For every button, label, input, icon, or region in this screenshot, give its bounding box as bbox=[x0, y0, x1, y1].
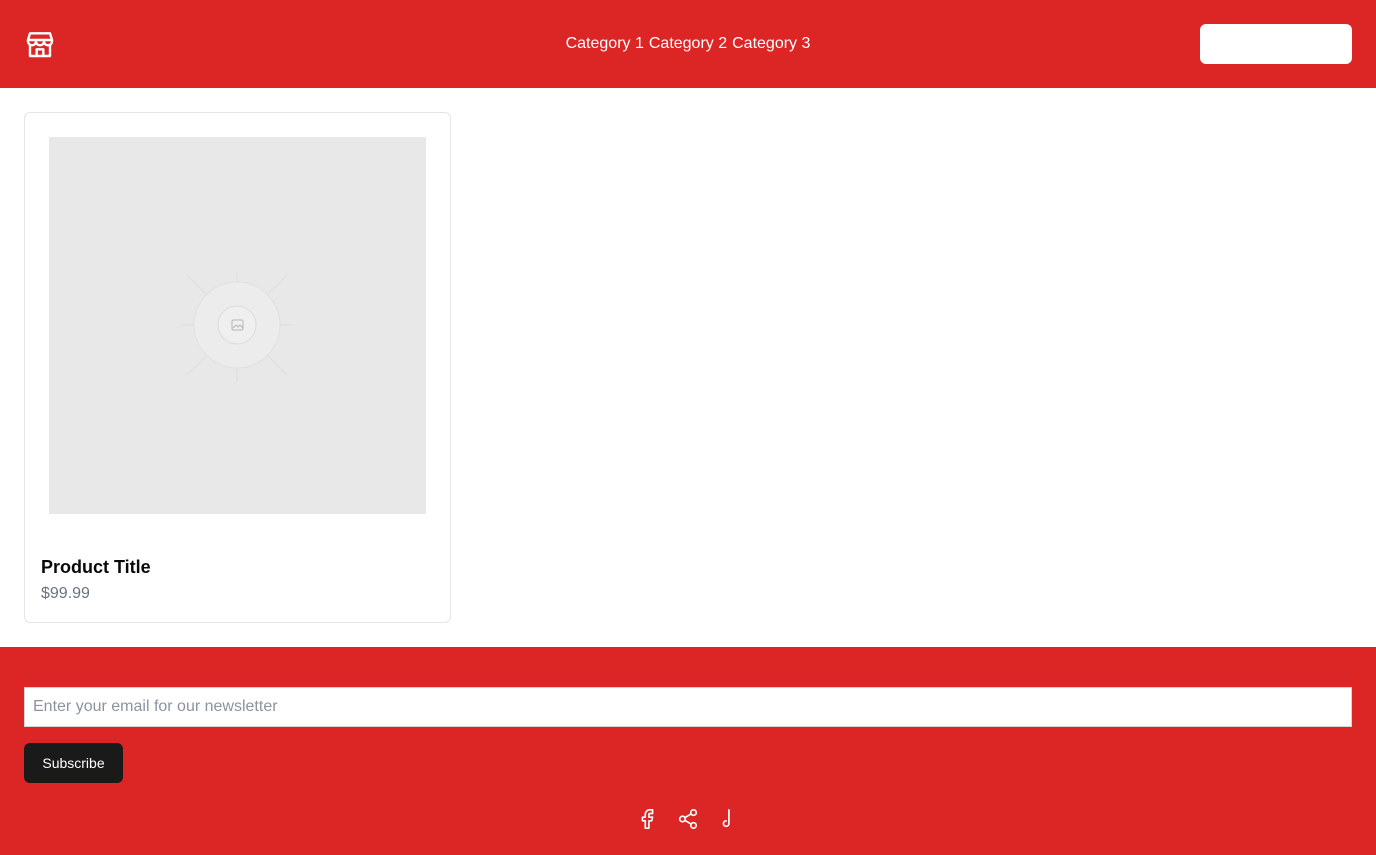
share-link[interactable] bbox=[676, 807, 700, 831]
facebook-link[interactable] bbox=[636, 807, 660, 831]
product-image bbox=[49, 137, 426, 514]
nav-category-2[interactable]: Category 2 bbox=[649, 35, 727, 53]
store-icon bbox=[26, 32, 54, 58]
product-grid: Product Title $99.99 bbox=[0, 88, 1376, 647]
tiktok-link[interactable] bbox=[716, 807, 740, 831]
share-icon bbox=[678, 809, 698, 829]
image-placeholder-icon bbox=[182, 272, 292, 382]
subscribe-button[interactable]: Subscribe bbox=[24, 743, 123, 783]
social-links bbox=[0, 807, 1376, 831]
product-price: $99.99 bbox=[41, 585, 90, 602]
nav-category-1[interactable]: Category 1 bbox=[566, 35, 644, 53]
newsletter-email-input[interactable] bbox=[24, 687, 1352, 727]
store-logo[interactable] bbox=[24, 28, 56, 60]
product-title[interactable]: Product Title bbox=[41, 557, 151, 578]
nav-category-3[interactable]: Category 3 bbox=[732, 35, 810, 53]
product-card[interactable]: Product Title $99.99 bbox=[24, 112, 451, 623]
tiktok-icon bbox=[722, 809, 730, 828]
site-header: Category 1 Category 2 Category 3 bbox=[0, 0, 1376, 88]
site-footer: Subscribe bbox=[0, 647, 1376, 855]
header-action-button[interactable] bbox=[1200, 24, 1352, 64]
facebook-icon bbox=[641, 809, 654, 829]
category-nav: Category 1 Category 2 Category 3 bbox=[0, 0, 1376, 88]
